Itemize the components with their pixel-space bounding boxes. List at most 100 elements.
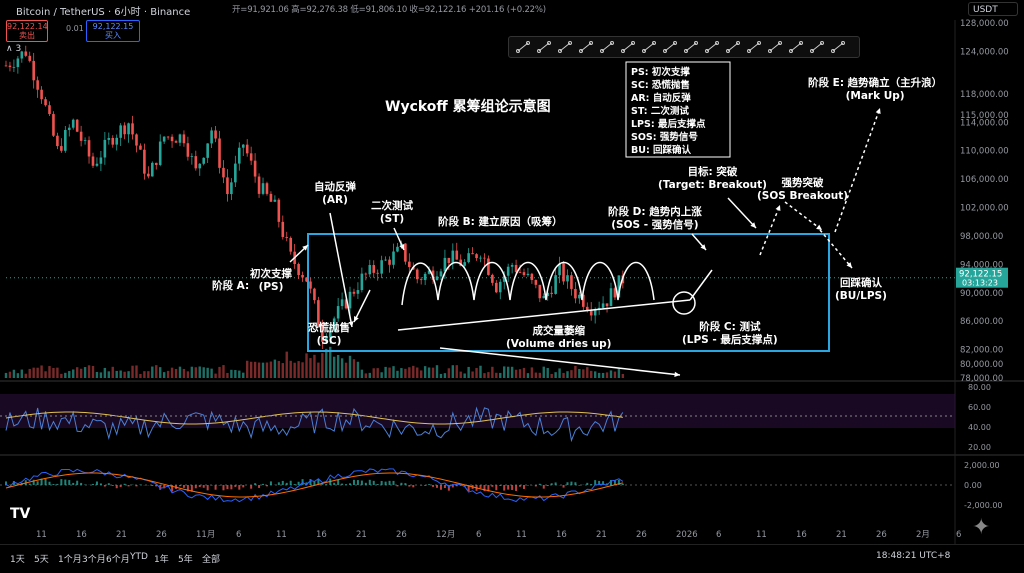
spring-circle: [673, 292, 695, 314]
macd-histogram-bar: [282, 481, 284, 485]
macd-histogram-bar: [112, 485, 114, 486]
macd-histogram-bar: [436, 485, 438, 488]
volume-bar: [48, 366, 50, 378]
candle-body: [5, 66, 8, 67]
volume-bar: [147, 371, 149, 378]
macd-histogram-bar: [120, 485, 122, 487]
volume-bar: [159, 367, 161, 378]
macd-histogram-bar: [76, 481, 78, 485]
candle-body: [88, 140, 91, 156]
timeframe-4[interactable]: 6个月: [106, 552, 130, 565]
macd-histogram-bar: [491, 485, 493, 487]
volume-bar: [108, 371, 110, 378]
macd-histogram-bar: [440, 485, 442, 490]
candle-body: [353, 292, 356, 294]
macd-histogram-bar: [396, 485, 398, 486]
candle-body: [542, 296, 545, 298]
candle-body: [238, 148, 241, 164]
macd-histogram-bar: [480, 485, 482, 488]
x-tick-label: 26: [876, 530, 887, 540]
volume-bar: [72, 369, 74, 378]
x-tick-label: 21: [116, 530, 127, 540]
macd-tick-label: 0.00: [964, 481, 982, 490]
candle-body: [171, 137, 174, 141]
volume-bar: [365, 373, 367, 378]
candle-body: [491, 275, 494, 283]
macd-histogram-bar: [116, 485, 118, 488]
timeframe-0[interactable]: 1天: [10, 552, 25, 565]
macd-histogram-bar: [199, 485, 201, 487]
candle-body: [562, 264, 565, 282]
volume-bar: [475, 368, 477, 378]
timeframe-7[interactable]: 5年: [178, 552, 193, 565]
macd-histogram-bar: [361, 481, 363, 485]
y-tick-label: 124,000.00: [960, 47, 1009, 57]
phase-c-label: 阶段 C: 测试 (LPS - 最后支撑点): [682, 321, 778, 347]
volume-bar: [376, 368, 378, 378]
volume-bar: [463, 373, 465, 378]
candle-body: [258, 177, 261, 194]
y-tick-label: 114,000.00: [960, 118, 1009, 128]
candle-body: [297, 264, 300, 275]
ps-label: 初次支撑 (PS): [250, 268, 292, 294]
x-tick-label: 11: [36, 530, 47, 540]
volume-bar: [135, 365, 137, 378]
timeframe-8[interactable]: 全部: [202, 552, 220, 565]
macd-histogram-bar: [333, 483, 335, 485]
candle-body: [444, 258, 447, 271]
candle-body: [28, 56, 31, 61]
candle-body: [388, 260, 391, 265]
x-tick-label: 11: [276, 530, 287, 540]
macd-histogram-bar: [539, 484, 541, 485]
volume-bar: [274, 360, 276, 378]
rsi-tick-label: 20.00: [968, 443, 991, 452]
volume-bar: [317, 363, 319, 378]
volume-bar: [258, 363, 260, 378]
volume-bar: [270, 362, 272, 378]
volume-label: 成交量萎缩 (Volume dries up): [506, 325, 611, 351]
candle-body: [111, 138, 114, 145]
macd-histogram-bar: [207, 485, 209, 490]
volume-bar: [527, 373, 529, 378]
volume-bar: [535, 373, 537, 378]
macd-histogram-bar: [92, 484, 94, 485]
volume-bar: [17, 373, 19, 378]
x-tick-label: 21: [356, 530, 367, 540]
y-tick-label: 128,000.00: [960, 19, 1009, 29]
volume-bar: [96, 372, 98, 378]
timeframe-5[interactable]: YTD: [130, 552, 148, 562]
macd-histogram-bar: [321, 484, 323, 485]
macd-histogram-bar: [507, 485, 509, 490]
volume-bar: [353, 359, 355, 378]
candle-body: [119, 125, 122, 137]
volume-bar: [598, 373, 600, 378]
candle-body: [9, 66, 12, 67]
volume-bar: [321, 353, 323, 378]
bu-arrow-1-head: [816, 225, 822, 230]
candle-body: [467, 253, 470, 262]
timeframe-2[interactable]: 1个月: [58, 552, 82, 565]
candle-body: [262, 183, 265, 194]
volume-bar: [131, 366, 133, 378]
timeframe-3[interactable]: 3个月: [82, 552, 106, 565]
volume-bar: [187, 371, 189, 378]
macd-histogram-bar: [262, 484, 264, 485]
volume-bar: [305, 353, 307, 378]
volume-bar: [333, 357, 335, 378]
candle-body: [155, 163, 158, 165]
timeframe-1[interactable]: 5天: [34, 552, 49, 565]
candle-body: [183, 134, 186, 143]
macd-histogram-bar: [456, 485, 458, 486]
volume-bar: [507, 367, 509, 378]
timeframe-6[interactable]: 1年: [154, 552, 169, 565]
volume-bar: [519, 369, 521, 378]
candle-body: [487, 258, 490, 274]
candle-body: [40, 90, 43, 99]
candle-body: [270, 194, 273, 202]
volume-bar: [127, 371, 129, 378]
x-tick-label: 16: [76, 530, 87, 540]
volume-bar: [444, 373, 446, 378]
bu-arrow-2: [820, 230, 852, 268]
volume-bar: [282, 363, 284, 378]
candle-body: [578, 295, 581, 299]
